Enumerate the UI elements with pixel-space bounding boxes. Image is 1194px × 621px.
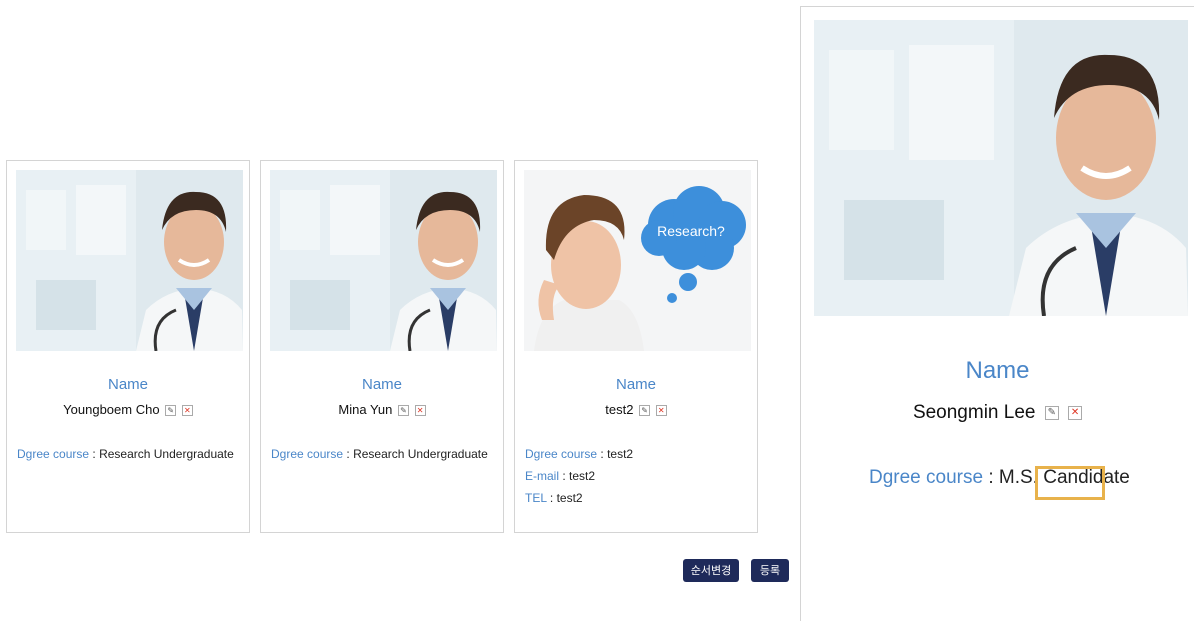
member-info: Dgree course : Research Undergraduate	[271, 447, 488, 461]
delete-icon[interactable]: ✕	[181, 405, 193, 417]
member-card-3: Research? Name test2 ✎ ✕ Dgree course : …	[514, 160, 758, 533]
degree-value: Research Undergraduate	[99, 447, 234, 461]
member-info: Dgree course : test2 E-mail : test2 TEL …	[525, 447, 634, 505]
member-name: test2	[605, 402, 634, 417]
degree-key: Dgree course	[17, 447, 90, 461]
delete-icon[interactable]: ✕	[655, 405, 667, 417]
register-button[interactable]: 등록	[751, 559, 789, 582]
member-photo: Research?	[524, 170, 751, 351]
delete-icon[interactable]: ✕	[1068, 405, 1083, 420]
email-value: test2	[569, 469, 596, 483]
highlight-box	[1035, 466, 1105, 500]
member-name: Mina Yun	[338, 402, 393, 417]
member-card-2: Name Mina Yun ✎ ✕ Dgree course : Researc…	[260, 160, 504, 533]
member-info: Dgree course : Research Undergraduate	[17, 447, 234, 461]
tel-key: TEL	[525, 491, 547, 505]
name-row: test2 ✎ ✕	[515, 402, 757, 417]
email-key: E-mail	[525, 469, 560, 483]
degree-value: test2	[607, 447, 634, 461]
name-row: Mina Yun ✎ ✕	[261, 402, 503, 417]
member-detail-card: Name Seongmin Lee ✎ ✕ Dgree course : M.S…	[800, 6, 1194, 621]
name-label: Name	[107, 376, 148, 393]
member-card-1: Name Youngboem Cho ✎ ✕ Dgree course : Re…	[6, 160, 250, 533]
name-row: Youngboem Cho ✎ ✕	[7, 402, 249, 417]
degree-value: Research Undergraduate	[353, 447, 488, 461]
member-photo	[270, 170, 497, 351]
delete-icon[interactable]: ✕	[414, 405, 426, 417]
tel-value: test2	[556, 491, 583, 505]
degree-key: Dgree course	[271, 447, 344, 461]
bubble-text: Research?	[657, 223, 725, 239]
degree-key: Dgree course	[525, 447, 598, 461]
member-photo	[16, 170, 243, 351]
name-label: Name	[965, 357, 1030, 384]
name-row: Seongmin Lee ✎ ✕	[801, 402, 1194, 424]
member-name: Seongmin Lee	[912, 402, 1036, 423]
degree-key: Dgree course	[869, 467, 984, 488]
edit-icon[interactable]: ✎	[639, 405, 651, 417]
member-photo-large	[814, 20, 1188, 316]
edit-icon[interactable]: ✎	[165, 405, 177, 417]
member-name: Youngboem Cho	[63, 402, 160, 417]
name-label: Name	[615, 376, 656, 393]
edit-icon[interactable]: ✎	[397, 405, 409, 417]
edit-icon[interactable]: ✎	[1044, 405, 1059, 420]
name-label: Name	[361, 376, 402, 393]
reorder-button[interactable]: 순서변경	[683, 559, 739, 582]
